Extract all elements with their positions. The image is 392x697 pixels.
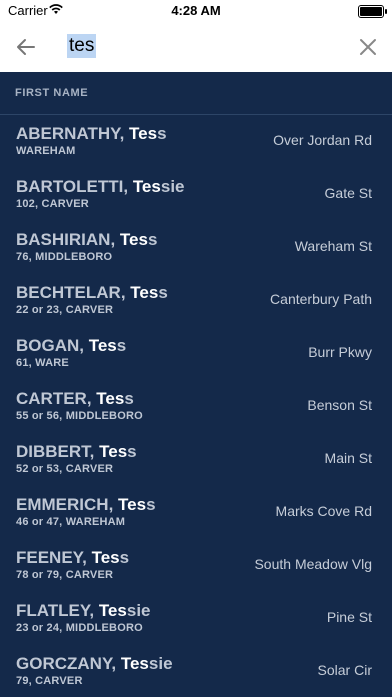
- search-input[interactable]: [66, 32, 340, 60]
- location-label: 23 or 24, MIDDLEBORO: [16, 622, 143, 634]
- first-name-match: Tes: [91, 548, 120, 567]
- last-name: BASHIRIAN: [16, 230, 111, 249]
- location-label: 102, CARVER: [16, 198, 89, 210]
- last-name: ABERNATHY: [16, 124, 120, 143]
- first-name-rest: s: [157, 124, 167, 143]
- street-label: Burr Pkwy: [308, 344, 372, 360]
- last-name: EMMERICH: [16, 495, 109, 514]
- street-label: Over Jordan Rd: [273, 132, 372, 148]
- location-label: 79, CARVER: [16, 675, 83, 687]
- status-bar: Carrier 4:28 AM: [0, 0, 392, 22]
- first-name-rest: sie: [160, 177, 185, 196]
- location-label: 22 or 23, CARVER: [16, 304, 114, 316]
- last-name: BECHTELAR: [16, 283, 121, 302]
- first-name-match: Tes: [88, 336, 117, 355]
- location-label: 78 or 79, CARVER: [16, 569, 114, 581]
- arrow-left-icon: [17, 39, 35, 55]
- last-name: CARTER: [16, 389, 87, 408]
- street-label: Benson St: [307, 397, 372, 413]
- location-label: 55 or 56, MIDDLEBORO: [16, 410, 143, 422]
- last-name: FEENEY: [16, 548, 83, 567]
- list-item[interactable]: DIBBERT, Tess 52 or 53, CARVER Main St: [0, 432, 392, 485]
- close-icon: [360, 39, 376, 55]
- first-name-match: Tes: [98, 601, 127, 620]
- last-name: FLATLEY: [16, 601, 90, 620]
- street-label: Marks Cove Rd: [275, 503, 372, 519]
- street-label: Main St: [324, 450, 372, 466]
- list-item[interactable]: ABERNATHY, Tess WAREHAM Over Jordan Rd: [0, 114, 392, 167]
- location-label: 76, MIDDLEBORO: [16, 251, 113, 263]
- last-name: GORCZANY: [16, 654, 112, 673]
- battery-icon: [358, 5, 387, 18]
- first-name-match: Tes: [99, 442, 128, 461]
- sort-column-label: FIRST NAME: [15, 87, 89, 99]
- list-item[interactable]: BECHTELAR, Tess 22 or 23, CARVER Canterb…: [0, 273, 392, 326]
- first-name-match: Tes: [118, 495, 147, 514]
- first-name-match: Tes: [132, 177, 161, 196]
- back-button[interactable]: [14, 35, 38, 59]
- street-label: Gate St: [324, 185, 372, 201]
- first-name-rest: s: [119, 548, 130, 567]
- first-name-match: Tes: [129, 124, 158, 143]
- list-header: FIRST NAME: [0, 72, 392, 115]
- location-label: 61, WARE: [16, 357, 69, 369]
- list-item[interactable]: GORCZANY, Tessie 79, CARVER Solar Cir: [0, 644, 392, 697]
- street-label: Pine St: [326, 609, 372, 625]
- first-name-rest: sie: [126, 601, 151, 620]
- street-label: Solar Cir: [317, 662, 372, 678]
- clear-button[interactable]: [356, 35, 380, 59]
- list-item[interactable]: BARTOLETTI, Tessie 102, CARVER Gate St: [0, 167, 392, 220]
- first-name-match: Tes: [96, 389, 125, 408]
- list-item[interactable]: CARTER, Tess 55 or 56, MIDDLEBORO Benson…: [0, 379, 392, 432]
- search-bar: tes: [0, 22, 392, 72]
- first-name-match: Tes: [120, 654, 149, 673]
- first-name-rest: s: [158, 283, 168, 302]
- list-item[interactable]: EMMERICH, Tess 46 or 47, WAREHAM Marks C…: [0, 485, 392, 538]
- location-label: 46 or 47, WAREHAM: [16, 516, 126, 528]
- last-name: BARTOLETTI: [16, 177, 124, 196]
- first-name-rest: sie: [148, 654, 173, 673]
- list-item[interactable]: FEENEY, Tess 78 or 79, CARVER South Mead…: [0, 538, 392, 591]
- first-name-rest: s: [146, 495, 156, 514]
- first-name-rest: s: [124, 389, 134, 408]
- first-name-rest: s: [147, 230, 158, 249]
- street-label: Canterbury Path: [270, 291, 372, 307]
- last-name: BOGAN: [16, 336, 80, 355]
- first-name-match: Tes: [130, 283, 159, 302]
- first-name-rest: s: [127, 442, 137, 461]
- results-list: ABERNATHY, Tess WAREHAM Over Jordan Rd B…: [0, 114, 392, 697]
- list-item[interactable]: BOGAN, Tess 61, WARE Burr Pkwy: [0, 326, 392, 379]
- street-label: South Meadow Vlg: [254, 556, 372, 572]
- last-name: DIBBERT: [16, 442, 90, 461]
- street-label: Wareham St: [294, 238, 372, 254]
- list-item[interactable]: FLATLEY, Tessie 23 or 24, MIDDLEBORO Pin…: [0, 591, 392, 644]
- first-name-rest: s: [116, 336, 127, 355]
- first-name-match: Tes: [119, 230, 148, 249]
- list-item[interactable]: BASHIRIAN, Tess 76, MIDDLEBORO Wareham S…: [0, 220, 392, 273]
- location-label: WAREHAM: [16, 145, 76, 157]
- status-time: 4:28 AM: [171, 3, 221, 18]
- location-label: 52 or 53, CARVER: [16, 463, 114, 475]
